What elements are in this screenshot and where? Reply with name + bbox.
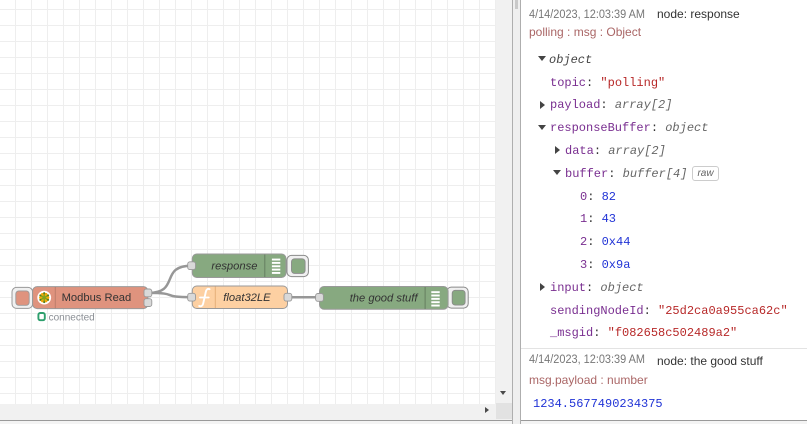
svg-text:connected: connected (49, 313, 95, 324)
svg-text:the good stuff: the good stuff (350, 292, 420, 304)
svg-text:float32LE: float32LE (223, 292, 271, 304)
svg-text:Modbus Read: Modbus Read (62, 292, 132, 304)
svg-text:response: response (211, 261, 257, 273)
